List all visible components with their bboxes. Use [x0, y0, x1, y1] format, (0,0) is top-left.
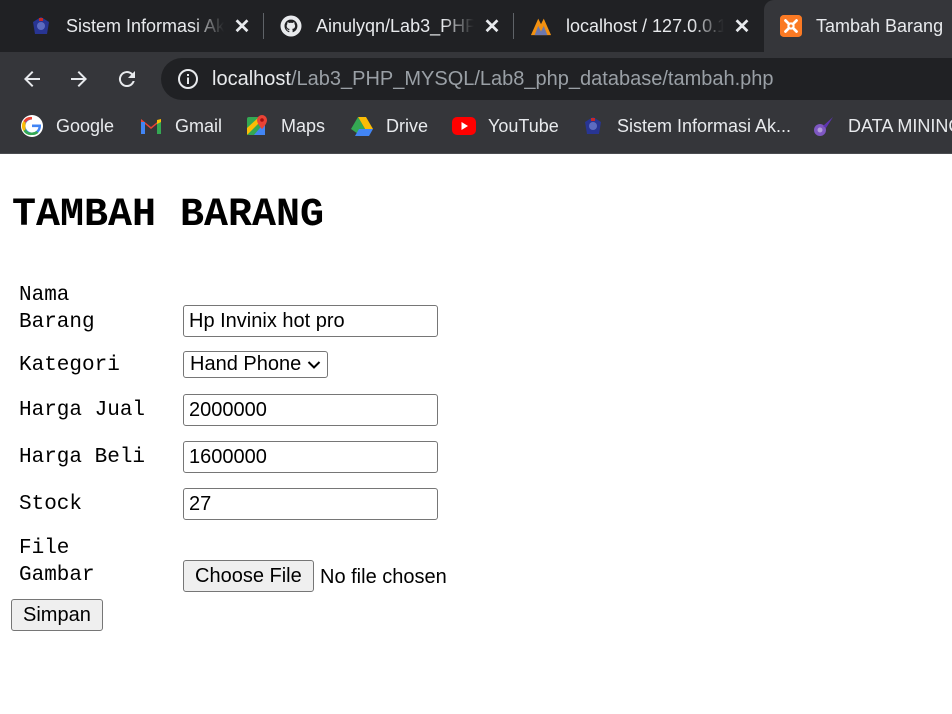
kategori-select[interactable]: Hand Phone	[183, 351, 329, 378]
maps-icon	[245, 114, 269, 138]
bookmark-label: Maps	[281, 115, 326, 136]
close-icon[interactable]: ✕	[732, 14, 752, 39]
stock-input[interactable]: 27	[183, 488, 438, 520]
file-status-text: No file chosen	[320, 566, 447, 588]
tab-title: localhost / 127.0.0.1 / phpMyAdmin	[566, 15, 724, 36]
url-path: /Lab3_PHP_MYSQL/Lab8_php_database/tambah…	[290, 67, 774, 90]
harga-beli-input[interactable]: 1600000	[183, 441, 438, 473]
bookmark-gmail[interactable]: Gmail	[139, 106, 222, 146]
bookmark-label: Google	[56, 115, 115, 136]
drive-icon	[350, 114, 374, 138]
forward-button[interactable]	[60, 60, 98, 98]
tab-github[interactable]: Ainulyqn/Lab3_PHP_MYSQL ✕	[280, 0, 502, 52]
choose-file-button[interactable]: Choose File	[183, 560, 314, 592]
tab-tambah-barang[interactable]: Tambah Barang	[764, 0, 952, 52]
bookmark-label: Gmail	[175, 115, 223, 136]
reload-button[interactable]	[108, 60, 146, 98]
bookmark-label: Drive	[386, 115, 429, 136]
page-content: TAMBAH BARANG Nama Barang Hp Invinix hot…	[0, 155, 952, 714]
close-icon[interactable]: ✕	[482, 14, 502, 39]
bookmarks-bar: Google Gmail Maps Drive YouTube Sistem I…	[0, 106, 952, 154]
xampp-icon	[780, 15, 802, 37]
university-logo-icon	[581, 114, 605, 138]
label-line: Barang	[19, 311, 95, 334]
close-icon[interactable]: ✕	[232, 14, 252, 39]
page-title: TAMBAH BARANG	[12, 193, 325, 238]
tab-title: Ainulyqn/Lab3_PHP_MYSQL	[316, 15, 474, 36]
bookmark-sistem-informasi[interactable]: Sistem Informasi Ak...	[581, 106, 791, 146]
phpmyadmin-icon	[530, 15, 552, 37]
url-text: localhost/Lab3_PHP_MYSQL/Lab8_php_databa…	[212, 68, 774, 91]
bookmark-label: DATA MINING	[848, 115, 952, 136]
tab-strip: Sistem Informasi Akademik ✕ Ainulyqn/Lab…	[0, 0, 952, 52]
tab-title: Sistem Informasi Akademik	[66, 15, 224, 36]
data-mining-icon	[812, 114, 836, 138]
harga-beli-label: Harga Beli	[19, 446, 146, 469]
url-host: localhost	[212, 67, 291, 90]
tab-title: Tambah Barang	[816, 15, 944, 36]
bookmark-drive[interactable]: Drive	[350, 106, 428, 146]
label-line: File	[19, 537, 70, 560]
address-bar[interactable]: localhost/Lab3_PHP_MYSQL/Lab8_php_databa…	[161, 58, 952, 100]
info-icon[interactable]	[176, 67, 200, 91]
google-icon	[20, 114, 44, 138]
bookmark-youtube[interactable]: YouTube	[452, 106, 559, 146]
kategori-label: Kategori	[19, 354, 120, 377]
bookmark-data-mining[interactable]: DATA MINING	[812, 106, 952, 146]
stock-label: Stock	[19, 493, 83, 516]
simpan-button[interactable]: Simpan	[11, 599, 103, 631]
nama-barang-input[interactable]: Hp Invinix hot pro	[183, 305, 438, 337]
university-logo-icon	[30, 15, 52, 37]
youtube-icon	[452, 114, 476, 138]
back-arrow-icon	[24, 71, 40, 87]
bookmark-maps[interactable]: Maps	[245, 106, 325, 146]
file-gambar-label: File Gambar	[19, 535, 95, 589]
forward-arrow-icon	[71, 71, 87, 87]
github-icon	[280, 15, 302, 37]
harga-jual-label: Harga Jual	[19, 399, 146, 422]
nama-barang-label: Nama Barang	[19, 282, 95, 336]
harga-jual-input[interactable]: 2000000	[183, 394, 438, 426]
bookmark-google[interactable]: Google	[20, 106, 114, 146]
input-value: 1600000	[189, 445, 267, 468]
reload-icon	[118, 71, 135, 88]
tab-separator	[263, 13, 264, 39]
input-value: 2000000	[189, 398, 267, 421]
input-value: 27	[189, 492, 212, 515]
gmail-icon	[139, 114, 163, 138]
back-button[interactable]	[13, 60, 51, 98]
label-line: Gambar	[19, 564, 95, 587]
browser-toolbar: localhost/Lab3_PHP_MYSQL/Lab8_php_databa…	[0, 52, 952, 106]
input-value: Hp Invinix hot pro	[189, 309, 345, 332]
bookmark-label: Sistem Informasi Ak...	[617, 115, 792, 136]
label-line: Nama	[19, 284, 70, 307]
select-value: Hand Phone	[190, 353, 302, 375]
tab-separator	[513, 13, 514, 39]
tab-sistem-informasi[interactable]: Sistem Informasi Akademik ✕	[30, 0, 252, 52]
bookmark-label: YouTube	[488, 115, 559, 136]
tab-phpmyadmin[interactable]: localhost / 127.0.0.1 / phpMyAdmin ✕	[530, 0, 752, 52]
chevron-down-icon	[307, 360, 321, 369]
